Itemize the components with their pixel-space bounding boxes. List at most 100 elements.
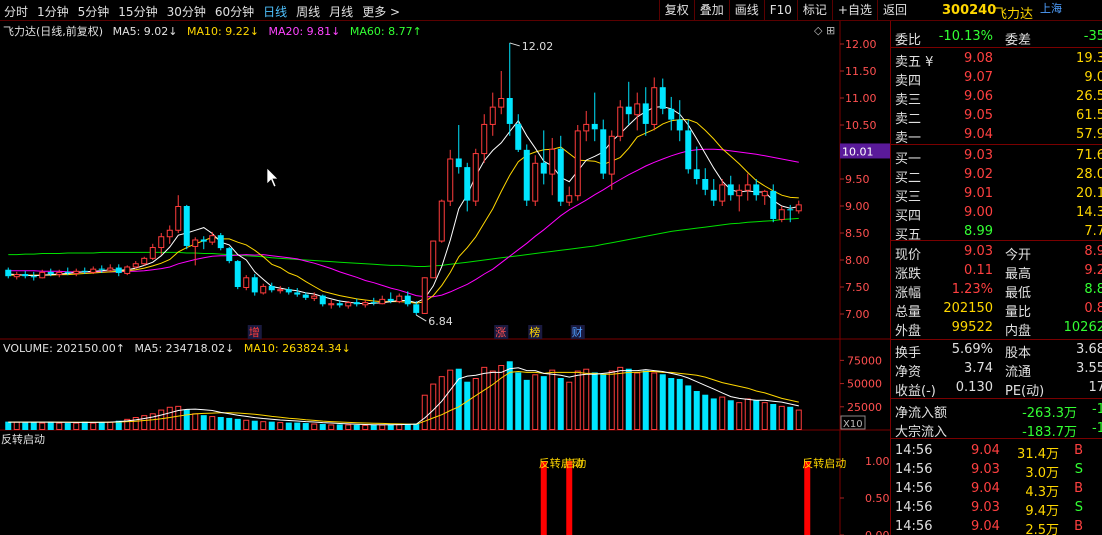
candle-body-up (719, 184, 726, 202)
indicator-tick-label: 1.00 (865, 455, 890, 468)
quote-row-1[interactable]: 涨跌 0.11 最高 9.2 (891, 262, 1102, 282)
toolbar-button-4[interactable]: 标记 (796, 0, 832, 21)
toolbar-button-3[interactable]: F10 (763, 0, 797, 21)
period-tab-6[interactable]: 日线 (263, 3, 287, 20)
sell-row-2[interactable]: 卖三 9.06 26.5 (891, 88, 1102, 108)
volume-bar-down (22, 422, 29, 430)
candle-body-down (22, 274, 29, 277)
volume-bar-up (761, 402, 768, 430)
volume-bar-up (379, 424, 386, 431)
stats-row-1-value: 3.74 (964, 361, 993, 376)
candle-body-up (795, 204, 802, 212)
candle-body-up (421, 277, 428, 314)
volume-bar-up (651, 372, 658, 430)
sell-row-1[interactable]: 卖四 9.07 9.0 (891, 69, 1102, 89)
buy-row-3[interactable]: 买四 9.00 14.3 (891, 204, 1102, 224)
volume-bar-down (47, 421, 54, 430)
candle-body-down (413, 304, 420, 313)
sell-row-1-value: 9.07 (964, 70, 993, 85)
quote-row-1-label2: 最高 (1005, 267, 1032, 282)
volume-bar-down (668, 378, 675, 430)
quote-row-4[interactable]: 外盘 99522 内盘 10262 (891, 319, 1102, 339)
flow-label-0: 净流入额 (895, 406, 948, 421)
toolbar-button-2[interactable]: 画线 (728, 0, 764, 21)
volume-bar-down (464, 381, 471, 430)
volume-bar-up (583, 368, 590, 431)
main-legend: 飞力达(日线,前复权) MA5: 9.02↓ MA10: 9.22↓ MA20:… (3, 23, 428, 39)
trade-price-0: 9.04 (971, 443, 1000, 458)
volume-bar-down (557, 378, 564, 430)
candle-body-up (379, 298, 386, 305)
toolbar-buttons: 复权 叠加 画线 F10 标记 +自选 返回 (658, 0, 912, 21)
toolbar-button-0[interactable]: 复权 (658, 0, 694, 21)
volume-bar-up (209, 416, 216, 431)
period-tab-0[interactable]: 分时 (4, 3, 28, 20)
quote-row-2-label2: 最低 (1005, 286, 1032, 301)
volume-bar-up (107, 421, 114, 430)
sell-row-0[interactable]: 卖五 ¥ 9.08 19.3 (891, 50, 1102, 70)
period-tab-1[interactable]: 1分钟 (37, 3, 69, 20)
toolbar-button-5[interactable]: +自选 (831, 0, 877, 21)
trade-row-3[interactable]: 14:56 9.03 9.4万 S (891, 499, 1102, 519)
period-tab-8[interactable]: 月线 (329, 3, 353, 20)
quote-row-2[interactable]: 涨幅 1.23% 最低 8.8 (891, 281, 1102, 301)
buy-row-2[interactable]: 买三 9.01 20.1 (891, 185, 1102, 205)
trade-row-4[interactable]: 14:56 9.04 2.5万 B (891, 518, 1102, 535)
quote-row-2-label: 涨幅 (895, 286, 922, 301)
stats-row-2-label2: PE(动) (1005, 384, 1045, 399)
trade-time-3: 14:56 (895, 500, 933, 515)
buy-row-1[interactable]: 买二 9.02 28.0 (891, 166, 1102, 186)
stats-row-2[interactable]: 收益(-) 0.130 PE(动) 17 (891, 379, 1102, 399)
volume-bar-down (251, 420, 258, 430)
candle-body-down (200, 239, 207, 242)
volume-bar-up (396, 424, 403, 431)
buy-row-4[interactable]: 买五8.997.7 (891, 223, 1102, 243)
sell-row-3[interactable]: 卖二 9.05 61.5 (891, 107, 1102, 127)
candle-body-down (464, 167, 471, 201)
kline-chart[interactable]: 12.0011.5011.0010.5010.009.509.008.508.0… (0, 0, 890, 535)
candle-body-down (370, 302, 377, 304)
price-tick-label: 12.00 (845, 38, 877, 51)
trade-side-3: S (1074, 500, 1083, 515)
period-tab-5[interactable]: 60分钟 (215, 3, 254, 20)
volume-bar-up (39, 422, 46, 431)
volume-bar-down (217, 417, 224, 430)
trade-row-1[interactable]: 14:56 9.03 3.0万 S (891, 461, 1102, 481)
buy-row-4-value: 8.99 (964, 224, 993, 239)
ma10-line (8, 119, 799, 304)
candle-body-up (132, 263, 139, 268)
buy-row-1-value: 9.02 (964, 167, 993, 182)
period-tab-9[interactable]: 更多 > (362, 3, 400, 20)
flow-row-1[interactable]: 大宗流入-183.7万-1 (891, 420, 1102, 440)
stats-row-0[interactable]: 换手 5.69% 股本 3.68 (891, 341, 1102, 361)
weibi-row[interactable]: 委比 -10.13% 委差 -35 (891, 28, 1102, 48)
signal-bar (540, 461, 547, 535)
period-tab-2[interactable]: 5分钟 (78, 3, 110, 20)
candle-body-down (710, 189, 717, 201)
flow-row-0[interactable]: 净流入额 -263.3万 -1 (891, 401, 1102, 421)
candle-body-down (404, 295, 411, 305)
buy-row-0[interactable]: 买一 9.03 71.6 (891, 147, 1102, 167)
period-tab-7[interactable]: 周线 (296, 3, 320, 20)
volume-bar-up (795, 409, 802, 431)
stats-row-1[interactable]: 净资 3.74 流通 3.55 (891, 360, 1102, 380)
toolbar-button-1[interactable]: 叠加 (693, 0, 729, 21)
trade-row-2[interactable]: 14:56 9.04 4.3万 B (891, 480, 1102, 500)
stats-row-2-value: 0.130 (955, 380, 993, 395)
chart-options-icon[interactable]: ◇ ⊞ (814, 24, 835, 37)
quote-row-0[interactable]: 现价 9.03 今开 8.9 (891, 243, 1102, 263)
volume-bar-down (727, 400, 734, 430)
candle-body-up (532, 162, 539, 202)
period-tab-3[interactable]: 15分钟 (118, 3, 157, 20)
candle-body-up (158, 236, 165, 249)
period-tab-4[interactable]: 30分钟 (167, 3, 206, 20)
quote-row-3[interactable]: 总量 202150 量比 0.8 (891, 300, 1102, 320)
sell-row-3-value2: 61.5 (1076, 108, 1102, 123)
candle-body-down (336, 303, 343, 306)
candle-body-up (617, 106, 624, 137)
sell-row-2-value: 9.06 (964, 89, 993, 104)
trade-row-0[interactable]: 14:56 9.04 31.4万 B (891, 442, 1102, 462)
trade-side-4: B (1074, 519, 1083, 534)
sell-row-4[interactable]: 卖一9.0457.9 (891, 126, 1102, 146)
volume-bar-down (659, 374, 666, 430)
